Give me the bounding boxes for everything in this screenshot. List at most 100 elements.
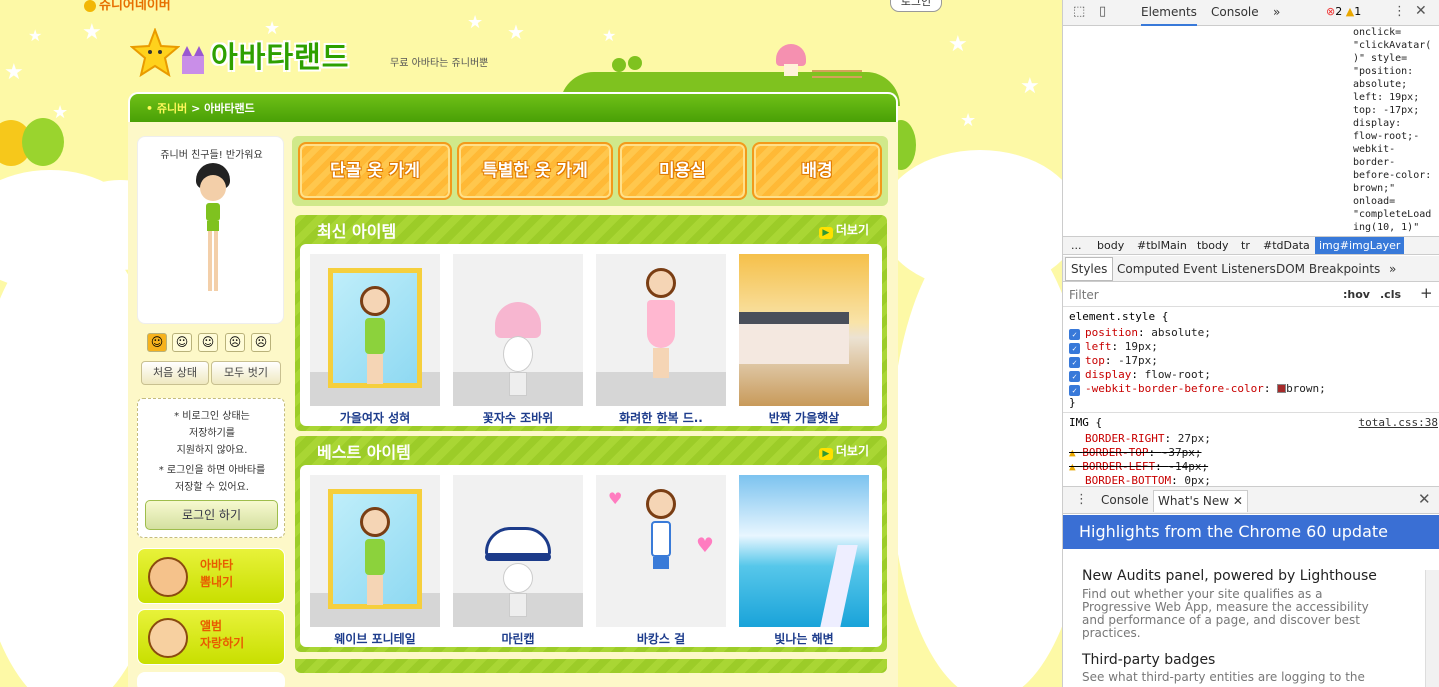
more-link[interactable]: ▶ 더보기	[818, 221, 869, 239]
dom-breadcrumbs: ... body #tblMain tbody tr #tdData img#i…	[1063, 236, 1439, 255]
item-card[interactable]: 가을여자 성혀	[310, 254, 440, 428]
css-declaration[interactable]: ✓ top: -17px;	[1069, 354, 1158, 368]
item-thumbnail	[310, 475, 440, 627]
dom-source-line: onload=	[1353, 196, 1396, 207]
dom-source-line: brown;"	[1353, 183, 1396, 194]
item-card[interactable]: ♥ ♥ 바캉스 걸	[596, 475, 726, 649]
tab-console[interactable]: Console	[1211, 5, 1259, 19]
news-scrollbar[interactable]	[1425, 570, 1439, 687]
dom-source-line: absolute;	[1353, 79, 1408, 90]
tab-event-listeners[interactable]: Event Listeners	[1183, 262, 1276, 276]
dom-crumb-selected[interactable]: img#imgLayer	[1315, 237, 1405, 254]
checkbox-icon[interactable]: ✓	[1069, 385, 1080, 396]
item-name: 바캉스 걸	[636, 632, 686, 646]
cls-toggle[interactable]: .cls	[1380, 288, 1401, 301]
notice-line: 저장하기를	[189, 428, 235, 439]
item-grid: 가을여자 성혀 꽃자수 조바위 화려한 한복 드.. 반짝 가을햇살	[300, 244, 882, 426]
color-swatch[interactable]	[1277, 384, 1287, 393]
close-tab-icon[interactable]: ✕	[1233, 494, 1243, 508]
dom-source-line: onclick=	[1353, 27, 1402, 38]
hov-toggle[interactable]: :hov	[1343, 288, 1370, 301]
avatar-showoff-banner[interactable]: 아바타 뽐내기	[137, 548, 285, 604]
face-cry-icon[interactable]: ☹	[251, 333, 271, 352]
item-card[interactable]: 마린캡	[453, 475, 583, 649]
undress-all-button[interactable]: 모두 벗기	[211, 361, 281, 385]
close-icon[interactable]: ✕	[1415, 3, 1427, 19]
item-card[interactable]: 빛나는 해변	[739, 475, 869, 649]
breadcrumb-current: 아바타랜드	[204, 102, 255, 115]
top-login-button[interactable]: 로그인	[890, 0, 942, 12]
drawer-tabbar: ⋮ Console What's New ✕ ✕	[1063, 486, 1439, 514]
device-toolbar-icon[interactable]: ▯	[1099, 4, 1106, 19]
item-thumbnail	[310, 254, 440, 406]
kebab-menu-icon[interactable]: ⋮	[1393, 4, 1406, 19]
dom-source-view[interactable]: onclick= "clickAvatar()" style= "position:…	[1353, 26, 1439, 236]
breadcrumb-root-link[interactable]: 쥬니버	[157, 102, 187, 115]
css-declaration[interactable]: BORDER-BOTTOM: 0px;	[1085, 474, 1211, 486]
item-card[interactable]: 화려한 한복 드..	[596, 254, 726, 428]
dom-crumb[interactable]: tr	[1241, 237, 1250, 254]
drawer-tab-whats-new[interactable]: What's New ✕	[1153, 490, 1248, 512]
breadcrumb: • 쥬니버 > 아바타랜드	[146, 102, 255, 115]
css-declaration[interactable]: ✓ -webkit-border-before-color: brown;	[1069, 382, 1326, 396]
star-decoration: ★	[52, 102, 69, 123]
error-counter[interactable]: ⊗2 ▲1	[1326, 5, 1361, 18]
checkbox-icon[interactable]: ✓	[1069, 329, 1080, 340]
reset-avatar-button[interactable]: 처음 상태	[141, 361, 209, 385]
dom-crumb[interactable]: #tblMain	[1137, 237, 1187, 254]
item-card[interactable]: 반짝 가을햇살	[739, 254, 869, 428]
item-name: 빛나는 해변	[774, 632, 834, 646]
item-card[interactable]: 웨이브 포니테일	[310, 475, 440, 649]
checkbox-icon[interactable]: ✓	[1069, 357, 1080, 368]
face-smile-icon[interactable]: ☺	[172, 333, 192, 352]
next-panel	[137, 672, 285, 687]
news-body: See what third-party entities are loggin…	[1082, 670, 1365, 684]
notice-line: * 비로그인 상태는	[174, 411, 250, 422]
close-drawer-icon[interactable]: ✕	[1418, 490, 1431, 508]
tab-computed[interactable]: Computed	[1117, 262, 1179, 276]
drawer-tab-console[interactable]: Console	[1101, 493, 1149, 507]
css-declaration[interactable]: ✓ left: 19px;	[1069, 340, 1158, 354]
styles-filter-bar: Filter :hov .cls +	[1063, 283, 1439, 307]
brand-logo-icon	[84, 0, 96, 12]
avatar-figure[interactable]	[190, 163, 236, 291]
face-wink-icon[interactable]: ☺	[198, 333, 218, 352]
menu-special-shop[interactable]: 특별한 옷 가게	[457, 142, 613, 200]
face-happy-icon[interactable]: ☺	[147, 333, 167, 352]
rule-source-link[interactable]: total.css:38	[1359, 416, 1438, 430]
css-declaration-invalid[interactable]: ▲ BORDER-TOP: -37px;	[1069, 446, 1201, 460]
news-title: New Audits panel, powered by Lighthouse	[1082, 568, 1377, 584]
dom-crumb[interactable]: body	[1097, 237, 1124, 254]
site-logo-title[interactable]: 아바타랜드	[211, 34, 349, 76]
tab-styles[interactable]: Styles	[1065, 257, 1114, 281]
tab-dom-breakpoints[interactable]: DOM Breakpoints	[1276, 262, 1380, 276]
styles-filter-input[interactable]: Filter	[1069, 288, 1099, 302]
css-declaration[interactable]: ✓ display: flow-root;	[1069, 368, 1211, 382]
drawer-menu-icon[interactable]: ⋮	[1075, 492, 1088, 507]
css-declaration-invalid[interactable]: ▲ BORDER-LEFT: -14px;	[1069, 460, 1208, 474]
tab-more-styles[interactable]: »	[1389, 262, 1396, 276]
menu-hair-salon[interactable]: 미용실	[618, 142, 747, 200]
tab-more[interactable]: »	[1273, 5, 1280, 19]
album-showoff-banner[interactable]: 앨범 자랑하기	[137, 609, 285, 665]
item-card[interactable]: 꽃자수 조바위	[453, 254, 583, 428]
more-link[interactable]: ▶ 더보기	[818, 442, 869, 460]
warning-icon: ▲	[1069, 446, 1083, 459]
checkbox-icon[interactable]: ✓	[1069, 343, 1080, 354]
site-brand-link[interactable]: 쥬니어네이버	[84, 0, 171, 13]
checkbox-icon[interactable]: ✓	[1069, 371, 1080, 382]
css-declaration[interactable]: BORDER-RIGHT: 27px;	[1085, 432, 1211, 446]
add-rule-icon[interactable]: +	[1420, 284, 1433, 302]
css-declaration[interactable]: ✓ position: absolute;	[1069, 326, 1211, 340]
star-decoration: ★	[467, 12, 484, 33]
dom-crumb[interactable]: ...	[1071, 237, 1082, 254]
devtools-tabbar: ⬚ ▯ Elements Console » ⊗2 ▲1 ⋮ ✕	[1063, 0, 1439, 26]
inspect-element-icon[interactable]: ⬚	[1073, 4, 1085, 19]
login-button[interactable]: 로그인 하기	[145, 500, 278, 530]
dom-crumb[interactable]: tbody	[1197, 237, 1229, 254]
face-sad-icon[interactable]: ☹	[225, 333, 245, 352]
menu-background[interactable]: 배경	[752, 142, 882, 200]
dom-crumb[interactable]: #tdData	[1263, 237, 1310, 254]
menu-regular-shop[interactable]: 단골 옷 가게	[298, 142, 452, 200]
tab-elements[interactable]: Elements	[1141, 5, 1197, 26]
